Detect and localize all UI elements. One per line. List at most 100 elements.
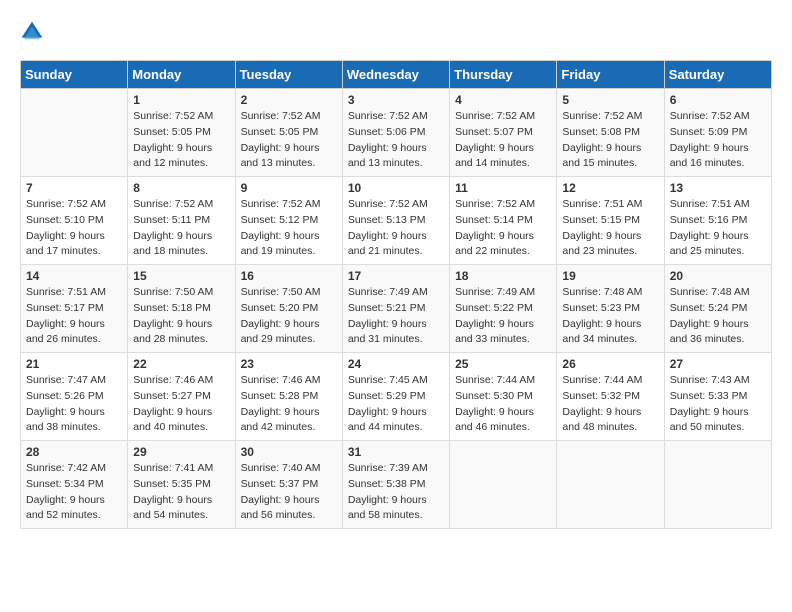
day-info: Sunrise: 7:52 AM Sunset: 5:07 PM Dayligh… bbox=[455, 109, 551, 172]
calendar-cell: 20Sunrise: 7:48 AM Sunset: 5:24 PM Dayli… bbox=[664, 265, 771, 353]
calendar-header-tuesday: Tuesday bbox=[235, 61, 342, 89]
logo bbox=[20, 20, 48, 44]
day-number: 29 bbox=[133, 445, 229, 459]
calendar-cell: 16 Sunrise: 7:50 AM Sunset: 5:20 PM Dayli… bbox=[235, 265, 342, 353]
day-number: 26 bbox=[562, 357, 658, 371]
day-info: Sunrise: 7:51 AM Sunset: 5:15 PM Dayligh… bbox=[562, 197, 658, 260]
day-number: 5 bbox=[562, 93, 658, 107]
day-info: Sunrise: 7:50 AM Sunset: 5:20 PM Dayligh… bbox=[241, 285, 337, 348]
calendar-cell: 14 Sunrise: 7:51 AM Sunset: 5:17 PM Dayli… bbox=[21, 265, 128, 353]
calendar-cell: 15Sunrise: 7:50 AM Sunset: 5:18 PM Dayli… bbox=[128, 265, 235, 353]
calendar-header-row: SundayMondayTuesdayWednesdayThursdayFrid… bbox=[21, 61, 772, 89]
day-info: Sunrise: 7:39 AM Sunset: 5:38 PM Dayligh… bbox=[348, 461, 444, 524]
calendar-header-sunday: Sunday bbox=[21, 61, 128, 89]
calendar-cell: 28Sunrise: 7:42 AM Sunset: 5:34 PM Dayli… bbox=[21, 441, 128, 529]
calendar-header-monday: Monday bbox=[128, 61, 235, 89]
day-number: 30 bbox=[241, 445, 337, 459]
day-info: Sunrise: 7:50 AM Sunset: 5:18 PM Dayligh… bbox=[133, 285, 229, 348]
calendar-header-saturday: Saturday bbox=[664, 61, 771, 89]
day-info: Sunrise: 7:44 AM Sunset: 5:30 PM Dayligh… bbox=[455, 373, 551, 436]
calendar-cell: 21 Sunrise: 7:47 AM Sunset: 5:26 PM Dayli… bbox=[21, 353, 128, 441]
calendar-week-row: 7Sunrise: 7:52 AM Sunset: 5:10 PM Daylig… bbox=[21, 177, 772, 265]
day-info: Sunrise: 7:45 AM Sunset: 5:29 PM Dayligh… bbox=[348, 373, 444, 436]
calendar-cell: 23 Sunrise: 7:46 AM Sunset: 5:28 PM Dayli… bbox=[235, 353, 342, 441]
calendar-cell: 5 Sunrise: 7:52 AM Sunset: 5:08 PM Daylig… bbox=[557, 89, 664, 177]
day-info: Sunrise: 7:42 AM Sunset: 5:34 PM Dayligh… bbox=[26, 461, 122, 524]
day-number: 17 bbox=[348, 269, 444, 283]
day-info: Sunrise: 7:52 AM Sunset: 5:05 PM Dayligh… bbox=[241, 109, 337, 172]
calendar-table: SundayMondayTuesdayWednesdayThursdayFrid… bbox=[20, 60, 772, 529]
day-info: Sunrise: 7:52 AM Sunset: 5:13 PM Dayligh… bbox=[348, 197, 444, 260]
calendar-header-friday: Friday bbox=[557, 61, 664, 89]
day-number: 18 bbox=[455, 269, 551, 283]
calendar-cell: 30Sunrise: 7:40 AM Sunset: 5:37 PM Dayli… bbox=[235, 441, 342, 529]
header bbox=[20, 20, 772, 44]
day-number: 22 bbox=[133, 357, 229, 371]
day-info: Sunrise: 7:51 AM Sunset: 5:16 PM Dayligh… bbox=[670, 197, 766, 260]
day-info: Sunrise: 7:48 AM Sunset: 5:24 PM Dayligh… bbox=[670, 285, 766, 348]
calendar-cell: 26 Sunrise: 7:44 AM Sunset: 5:32 PM Dayli… bbox=[557, 353, 664, 441]
day-info: Sunrise: 7:46 AM Sunset: 5:27 PM Dayligh… bbox=[133, 373, 229, 436]
day-info: Sunrise: 7:52 AM Sunset: 5:11 PM Dayligh… bbox=[133, 197, 229, 260]
calendar-cell bbox=[21, 89, 128, 177]
day-number: 9 bbox=[241, 181, 337, 195]
day-number: 7 bbox=[26, 181, 122, 195]
day-info: Sunrise: 7:47 AM Sunset: 5:26 PM Dayligh… bbox=[26, 373, 122, 436]
day-number: 4 bbox=[455, 93, 551, 107]
day-number: 2 bbox=[241, 93, 337, 107]
day-info: Sunrise: 7:52 AM Sunset: 5:08 PM Dayligh… bbox=[562, 109, 658, 172]
day-number: 16 bbox=[241, 269, 337, 283]
calendar-cell: 22 Sunrise: 7:46 AM Sunset: 5:27 PM Dayli… bbox=[128, 353, 235, 441]
day-number: 13 bbox=[670, 181, 766, 195]
day-number: 24 bbox=[348, 357, 444, 371]
day-number: 27 bbox=[670, 357, 766, 371]
day-number: 8 bbox=[133, 181, 229, 195]
day-info: Sunrise: 7:52 AM Sunset: 5:14 PM Dayligh… bbox=[455, 197, 551, 260]
day-info: Sunrise: 7:51 AM Sunset: 5:17 PM Dayligh… bbox=[26, 285, 122, 348]
day-number: 14 bbox=[26, 269, 122, 283]
calendar-cell: 3 Sunrise: 7:52 AM Sunset: 5:06 PM Daylig… bbox=[342, 89, 449, 177]
day-info: Sunrise: 7:52 AM Sunset: 5:12 PM Dayligh… bbox=[241, 197, 337, 260]
day-info: Sunrise: 7:52 AM Sunset: 5:06 PM Dayligh… bbox=[348, 109, 444, 172]
day-number: 23 bbox=[241, 357, 337, 371]
day-info: Sunrise: 7:49 AM Sunset: 5:21 PM Dayligh… bbox=[348, 285, 444, 348]
calendar-cell: 27 Sunrise: 7:43 AM Sunset: 5:33 PM Dayli… bbox=[664, 353, 771, 441]
day-number: 21 bbox=[26, 357, 122, 371]
calendar-cell bbox=[664, 441, 771, 529]
calendar-cell: 29 Sunrise: 7:41 AM Sunset: 5:35 PM Dayli… bbox=[128, 441, 235, 529]
day-number: 10 bbox=[348, 181, 444, 195]
calendar-week-row: 1 Sunrise: 7:52 AM Sunset: 5:05 PM Daylig… bbox=[21, 89, 772, 177]
day-info: Sunrise: 7:52 AM Sunset: 5:09 PM Dayligh… bbox=[670, 109, 766, 172]
day-info: Sunrise: 7:41 AM Sunset: 5:35 PM Dayligh… bbox=[133, 461, 229, 524]
calendar-cell: 17 Sunrise: 7:49 AM Sunset: 5:21 PM Dayli… bbox=[342, 265, 449, 353]
calendar-header-wednesday: Wednesday bbox=[342, 61, 449, 89]
calendar-cell: 2 Sunrise: 7:52 AM Sunset: 5:05 PM Daylig… bbox=[235, 89, 342, 177]
calendar-header-thursday: Thursday bbox=[450, 61, 557, 89]
day-info: Sunrise: 7:49 AM Sunset: 5:22 PM Dayligh… bbox=[455, 285, 551, 348]
day-info: Sunrise: 7:43 AM Sunset: 5:33 PM Dayligh… bbox=[670, 373, 766, 436]
calendar-cell: 10 Sunrise: 7:52 AM Sunset: 5:13 PM Dayli… bbox=[342, 177, 449, 265]
calendar-cell: 4 Sunrise: 7:52 AM Sunset: 5:07 PM Daylig… bbox=[450, 89, 557, 177]
day-number: 3 bbox=[348, 93, 444, 107]
day-number: 11 bbox=[455, 181, 551, 195]
day-number: 6 bbox=[670, 93, 766, 107]
day-number: 12 bbox=[562, 181, 658, 195]
day-info: Sunrise: 7:46 AM Sunset: 5:28 PM Dayligh… bbox=[241, 373, 337, 436]
day-info: Sunrise: 7:44 AM Sunset: 5:32 PM Dayligh… bbox=[562, 373, 658, 436]
calendar-cell: 24 Sunrise: 7:45 AM Sunset: 5:29 PM Dayli… bbox=[342, 353, 449, 441]
logo-icon bbox=[20, 20, 44, 44]
calendar-cell bbox=[557, 441, 664, 529]
calendar-cell: 13 Sunrise: 7:51 AM Sunset: 5:16 PM Dayli… bbox=[664, 177, 771, 265]
calendar-cell: 6 Sunrise: 7:52 AM Sunset: 5:09 PM Daylig… bbox=[664, 89, 771, 177]
calendar-cell bbox=[450, 441, 557, 529]
calendar-cell: 19Sunrise: 7:48 AM Sunset: 5:23 PM Dayli… bbox=[557, 265, 664, 353]
day-number: 1 bbox=[133, 93, 229, 107]
day-number: 19 bbox=[562, 269, 658, 283]
calendar-cell: 9 Sunrise: 7:52 AM Sunset: 5:12 PM Daylig… bbox=[235, 177, 342, 265]
calendar-week-row: 14 Sunrise: 7:51 AM Sunset: 5:17 PM Dayli… bbox=[21, 265, 772, 353]
calendar-cell: 31Sunrise: 7:39 AM Sunset: 5:38 PM Dayli… bbox=[342, 441, 449, 529]
calendar-week-row: 28Sunrise: 7:42 AM Sunset: 5:34 PM Dayli… bbox=[21, 441, 772, 529]
calendar-cell: 12 Sunrise: 7:51 AM Sunset: 5:15 PM Dayli… bbox=[557, 177, 664, 265]
day-number: 25 bbox=[455, 357, 551, 371]
calendar-week-row: 21 Sunrise: 7:47 AM Sunset: 5:26 PM Dayli… bbox=[21, 353, 772, 441]
